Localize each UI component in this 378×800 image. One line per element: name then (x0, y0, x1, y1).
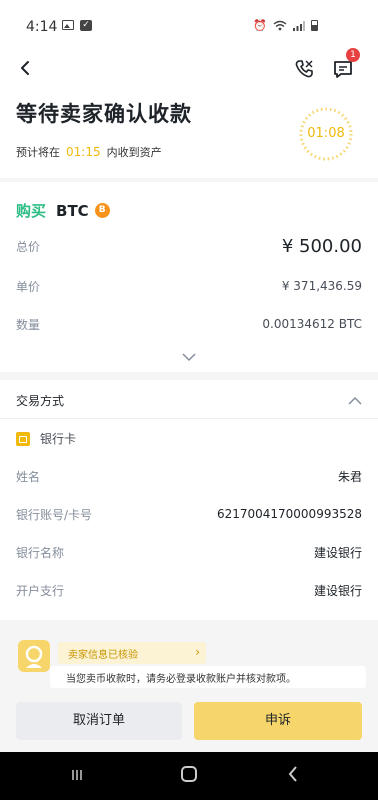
countdown-text: 01:08 (307, 126, 345, 141)
status-right-icons: ⏰ (253, 19, 318, 32)
status-subtitle-suffix: 内收到资产 (106, 146, 162, 159)
chevron-up-icon (348, 396, 362, 405)
quantity-value: 0.00134612 BTC (262, 317, 362, 331)
bank-name-value[interactable]: 建设银行 (314, 544, 362, 561)
page-title: 等待卖家确认收款 (16, 102, 192, 126)
gallery-icon (62, 20, 74, 30)
quantity-label: 数量 (16, 317, 41, 332)
payment-method-name: 银行卡 (40, 432, 77, 446)
chat-badge: 1 (346, 48, 360, 62)
status-subtitle: 预计将在 01:15 内收到资产 (16, 144, 162, 160)
order-side: 购买 (16, 202, 47, 220)
account-number-label: 银行账号/卡号 (16, 507, 93, 522)
payment-method-header[interactable]: 交易方式 (16, 388, 362, 412)
recent-apps-icon[interactable] (70, 768, 84, 782)
expand-details-button[interactable] (181, 347, 197, 362)
notice-message-box: 当您卖币收款时，请务必登录收款账户并核对款项。 (50, 666, 366, 688)
status-subtitle-prefix: 预计将在 (16, 146, 60, 159)
total-price-row: 总价 ¥ 500.00 (16, 234, 362, 258)
signal-icon (293, 20, 305, 31)
branch-row: 开户支行 建设银行 (16, 578, 362, 602)
status-subtitle-time: 01:15 (66, 145, 101, 159)
payee-name-row: 姓名 朱君 (16, 464, 362, 488)
payment-method-row: 银行卡 (16, 430, 76, 447)
payee-name-label: 姓名 (16, 469, 41, 484)
divider (0, 418, 378, 419)
call-button[interactable] (292, 57, 316, 81)
verified-tag[interactable]: 卖家信息已核验 › (58, 642, 206, 664)
appeal-button[interactable]: 申诉 (194, 702, 362, 740)
total-price-value: ¥ 500.00 (281, 235, 362, 257)
order-status-header: 等待卖家确认收款 预计将在 01:15 内收到资产 01:08 (0, 90, 378, 178)
verified-tag-text: 卖家信息已核验 (68, 650, 138, 661)
account-number-value[interactable]: 6217004170000993528 (217, 507, 362, 521)
bank-card-icon (16, 431, 30, 446)
countdown-timer: 01:08 (298, 106, 354, 162)
verified-seller-icon (16, 638, 52, 674)
order-side-row: 购买 BTC B (16, 200, 110, 221)
bank-name-row: 银行名称 建设银行 (16, 540, 362, 564)
payment-method-card: 交易方式 银行卡 姓名 朱君 银行账号/卡号 62170041700009935… (0, 380, 378, 620)
order-coin: BTC (56, 201, 89, 220)
payee-name-value[interactable]: 朱君 (338, 468, 362, 485)
account-number-row: 银行账号/卡号 6217004170000993528 (16, 502, 362, 526)
quantity-row: 数量 0.00134612 BTC (16, 312, 362, 336)
notice-message: 当您卖币收款时，请务必登录收款账户并核对款项。 (66, 674, 296, 685)
branch-label: 开户支行 (16, 583, 65, 598)
check-icon: ✓ (80, 20, 92, 31)
system-back-icon[interactable] (286, 764, 300, 784)
status-time: 4:14 (26, 19, 58, 35)
verification-notice: 卖家信息已核验 › 当您卖币收款时，请务必登录收款账户并核对款项。 (12, 638, 366, 690)
wifi-icon (273, 20, 287, 31)
total-price-label: 总价 (16, 239, 41, 254)
nav-bar: 1 (0, 48, 378, 90)
back-button[interactable] (14, 56, 38, 80)
status-left-icons: ✓ (62, 20, 92, 31)
payment-method-title: 交易方式 (16, 393, 65, 408)
unit-price-value: ¥ 371,436.59 (281, 279, 362, 293)
status-bar: 4:14 ✓ ⏰ (0, 0, 378, 50)
btc-icon: B (94, 203, 110, 218)
battery-icon (311, 20, 318, 31)
cancel-order-button[interactable]: 取消订单 (16, 702, 182, 740)
bank-name-label: 银行名称 (16, 545, 65, 560)
unit-price-label: 单价 (16, 279, 41, 294)
unit-price-row: 单价 ¥ 371,436.59 (16, 274, 362, 298)
system-navigation-bar (0, 752, 378, 800)
chevron-left-icon (21, 61, 29, 75)
chevron-down-icon (182, 353, 196, 362)
alarm-icon: ⏰ (253, 19, 267, 32)
home-icon[interactable] (181, 766, 197, 782)
order-summary-card: 购买 BTC B 总价 ¥ 500.00 单价 ¥ 371,436.59 数量 … (0, 182, 378, 372)
branch-value[interactable]: 建设银行 (314, 582, 362, 599)
chat-button[interactable]: 1 (330, 48, 360, 82)
phone-icon (295, 60, 313, 78)
chevron-right-icon: › (195, 645, 200, 659)
